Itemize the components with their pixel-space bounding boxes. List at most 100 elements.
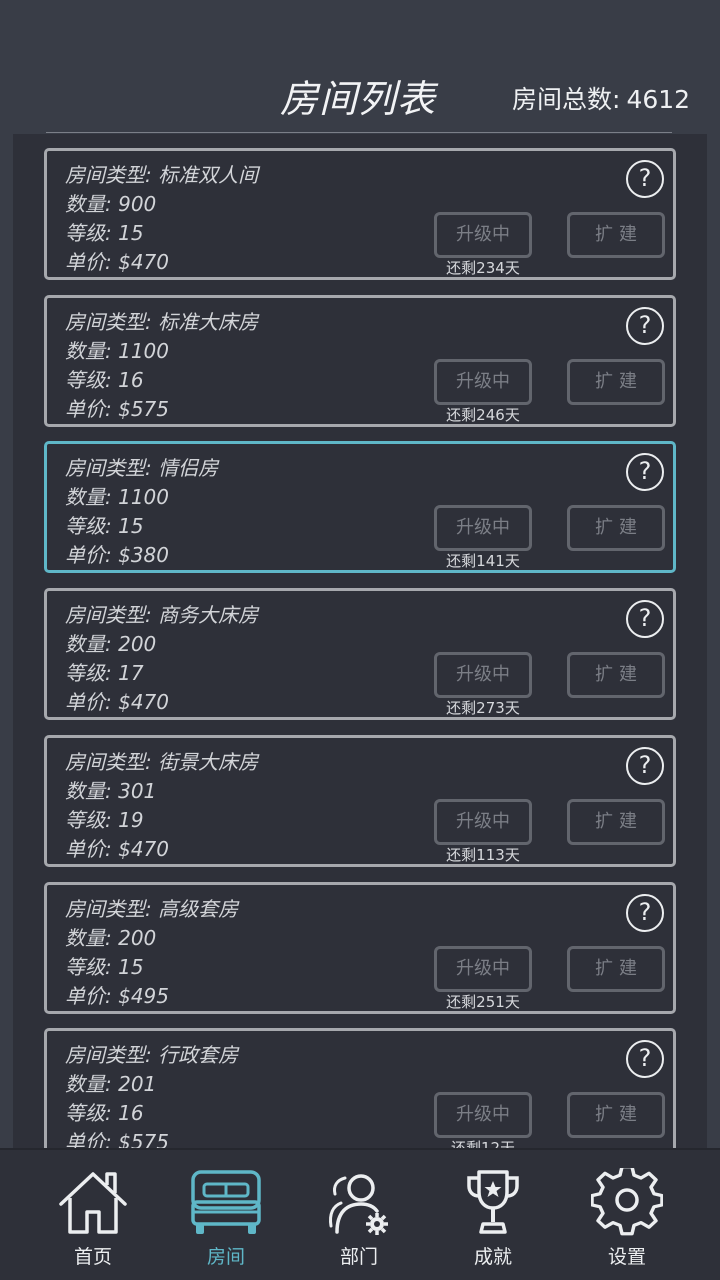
expand-button[interactable]: 扩建 bbox=[567, 358, 665, 405]
room-level: 等级: 17 bbox=[65, 657, 144, 686]
room-count: 数量: 1100 bbox=[65, 481, 169, 510]
room-price: 单价: $575 bbox=[65, 1126, 169, 1148]
upgrade-button[interactable]: 升级中 bbox=[434, 212, 532, 258]
room-count: 数量: 301 bbox=[65, 775, 156, 804]
help-icon[interactable]: ? bbox=[626, 1040, 664, 1079]
gear-icon bbox=[591, 1168, 663, 1236]
room-type: 房间类型: 行政套房 bbox=[65, 1039, 238, 1068]
room-level-value: 16 bbox=[118, 1101, 144, 1126]
room-level-label: 等级: bbox=[65, 1101, 112, 1126]
nav-label-settings: 设置 bbox=[607, 1246, 646, 1268]
room-count: 数量: 1100 bbox=[65, 335, 169, 364]
remaining-prefix: 还剩 bbox=[446, 405, 477, 424]
room-count-value: 1100 bbox=[118, 338, 170, 363]
room-count-label: 数量: bbox=[65, 485, 112, 510]
nav-label-rooms: 房间 bbox=[206, 1246, 245, 1268]
help-icon[interactable]: ? bbox=[626, 600, 664, 639]
room-price-label: 单价: bbox=[65, 690, 112, 715]
room-type-value: 标准大床房 bbox=[158, 309, 259, 334]
expand-button[interactable]: 扩建 bbox=[567, 652, 665, 699]
remaining-suffix: 天 bbox=[504, 699, 520, 718]
room-price-value: $380 bbox=[118, 543, 170, 568]
help-icon[interactable]: ? bbox=[626, 306, 664, 345]
expand-button[interactable]: 扩建 bbox=[567, 798, 665, 845]
bed-icon bbox=[191, 1170, 261, 1234]
room-count-value: 200 bbox=[118, 632, 157, 657]
room-type: 房间类型: 商务大床房 bbox=[65, 599, 258, 628]
room-type-value: 行政套房 bbox=[158, 1043, 239, 1068]
room-type-label: 房间类型: bbox=[65, 749, 152, 774]
remaining-prefix: 还剩 bbox=[451, 1139, 481, 1148]
upgrade-button[interactable]: 升级中 bbox=[434, 1092, 532, 1139]
room-level-value: 19 bbox=[118, 807, 144, 832]
remaining-suffix: 天 bbox=[504, 992, 520, 1011]
remaining-days-value: 12 bbox=[481, 1139, 500, 1148]
remaining-days: 还剩141天 bbox=[434, 550, 532, 571]
room-price: 单价: $575 bbox=[65, 393, 169, 422]
room-price-label: 单价: bbox=[65, 1130, 112, 1148]
upgrade-button[interactable]: 升级中 bbox=[434, 505, 532, 552]
upgrade-button[interactable]: 升级中 bbox=[434, 358, 532, 405]
room-type-label: 房间类型: bbox=[65, 163, 152, 187]
remaining-days-value: 234 bbox=[476, 259, 505, 277]
remaining-days-value: 251 bbox=[476, 992, 505, 1011]
remaining-days: 还剩234天 bbox=[434, 257, 532, 278]
room-price-label: 单价: bbox=[65, 250, 112, 274]
room-type-label: 房间类型: bbox=[65, 309, 152, 334]
remaining-prefix: 还剩 bbox=[446, 259, 477, 277]
room-level: 等级: 16 bbox=[65, 1097, 144, 1126]
expand-button[interactable]: 扩建 bbox=[567, 212, 665, 258]
upgrade-button[interactable]: 升级中 bbox=[434, 652, 532, 699]
room-price-label: 单价: bbox=[65, 836, 112, 861]
nav-item-rooms[interactable]: 房间 bbox=[166, 1150, 286, 1280]
room-card[interactable]: 房间类型: 标准双人间 数量: 900 等级: 15 单价: $470? 升级中 扩建 还剩… bbox=[44, 148, 676, 280]
room-level: 等级: 15 bbox=[65, 951, 144, 980]
help-icon[interactable]: ? bbox=[626, 746, 664, 785]
room-type-label: 房间类型: bbox=[65, 456, 152, 481]
room-type-label: 房间类型: bbox=[65, 1043, 152, 1068]
nav-item-achievements[interactable]: 成就 bbox=[433, 1150, 553, 1280]
nav-item-department[interactable]: 部门 bbox=[299, 1150, 419, 1280]
expand-button[interactable]: 扩建 bbox=[567, 1092, 665, 1139]
room-card[interactable]: 房间类型: 行政套房数量: 201等级: 16单价: $575?升级中扩建还剩1… bbox=[44, 1028, 676, 1148]
upgrade-button[interactable]: 升级中 bbox=[434, 945, 532, 992]
help-icon[interactable]: ? bbox=[626, 160, 664, 198]
room-price: 单价: $470 bbox=[65, 246, 169, 275]
help-icon[interactable]: ? bbox=[626, 453, 664, 492]
room-price: 单价: $495 bbox=[65, 980, 169, 1009]
nav-label-department: 部门 bbox=[339, 1246, 378, 1268]
room-type-value: 标准双人间 bbox=[158, 163, 259, 187]
room-price-value: $470 bbox=[118, 250, 170, 274]
room-count: 数量: 200 bbox=[65, 628, 156, 657]
room-list[interactable]: 房间类型: 标准双人间 数量: 900 等级: 15 单价: $470? 升级中 扩建 还剩… bbox=[13, 134, 707, 1148]
help-icon[interactable]: ? bbox=[626, 893, 664, 932]
remaining-suffix: 天 bbox=[504, 259, 520, 277]
room-price: 单价: $470 bbox=[65, 686, 169, 715]
remaining-prefix: 还剩 bbox=[446, 552, 477, 571]
room-card[interactable]: 房间类型: 街景大床房 数量: 301 等级: 19 单价: $470? 升级中 扩建 还剩… bbox=[44, 734, 676, 867]
room-total-value: 4612 bbox=[626, 85, 691, 114]
header-divider bbox=[46, 132, 672, 133]
room-card[interactable]: 房间类型: 情侣房 数量: 1100 等级: 15 单价: $380? 升级中 扩建 还剩1… bbox=[44, 441, 676, 574]
department-icon bbox=[329, 1174, 388, 1235]
expand-button[interactable]: 扩建 bbox=[567, 505, 665, 552]
nav-item-home[interactable]: 首页 bbox=[33, 1150, 153, 1280]
room-type-value: 街景大床房 bbox=[158, 749, 259, 774]
room-level: 等级: 15 bbox=[65, 217, 144, 246]
remaining-days: 还剩113天 bbox=[434, 844, 532, 865]
nav-item-settings[interactable]: 设置 bbox=[567, 1150, 687, 1280]
header: 房间列表 房间总数: 4612 bbox=[0, 0, 720, 134]
remaining-suffix: 天 bbox=[504, 552, 520, 571]
room-card[interactable]: 房间类型: 商务大床房 数量: 200 等级: 17 单价: $470? 升级中 扩建 还剩… bbox=[44, 588, 676, 721]
expand-button[interactable]: 扩建 bbox=[567, 945, 665, 992]
room-total-label: 房间总数: bbox=[512, 85, 621, 114]
room-type: 房间类型: 高级套房 bbox=[65, 893, 238, 922]
room-card[interactable]: 房间类型: 标准大床房 数量: 1100 等级: 16 单价: $575? 升级中 扩建还… bbox=[44, 294, 676, 427]
room-type-label: 房间类型: bbox=[65, 896, 152, 921]
room-count-label: 数量: bbox=[65, 925, 112, 950]
remaining-days: 还剩246天 bbox=[434, 404, 532, 425]
room-level-value: 15 bbox=[118, 954, 144, 979]
nav-label-achievements: 成就 bbox=[473, 1246, 512, 1268]
upgrade-button[interactable]: 升级中 bbox=[434, 798, 532, 845]
room-card[interactable]: 房间类型: 高级套房 数量: 200 等级: 15 单价: $495? 升级中 扩建 还剩2… bbox=[44, 881, 676, 1014]
